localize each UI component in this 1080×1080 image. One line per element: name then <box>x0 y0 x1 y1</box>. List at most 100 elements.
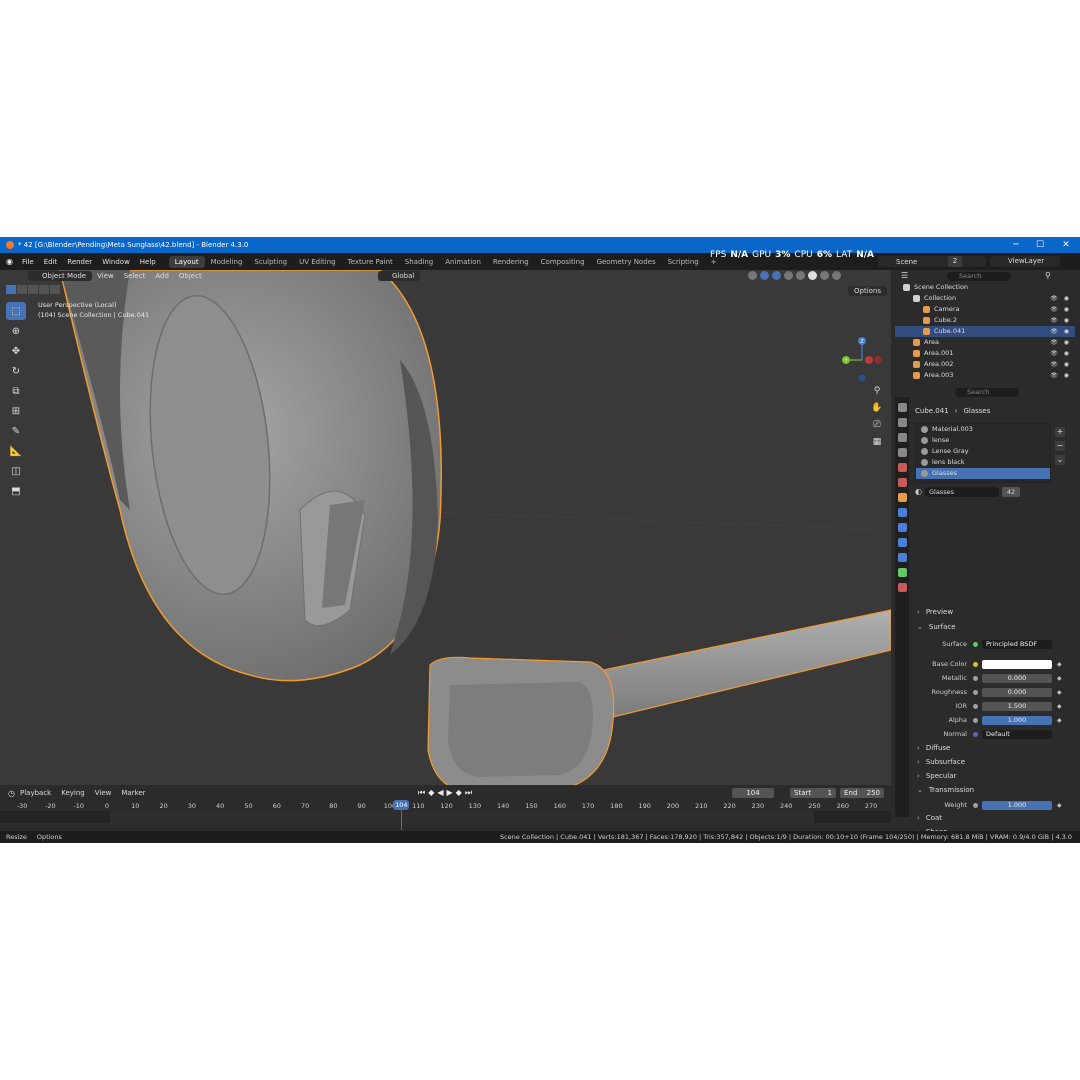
material-tab-icon[interactable] <box>897 583 907 592</box>
modifier-tab-icon[interactable] <box>897 508 907 517</box>
jump-start-icon[interactable]: ⏮ <box>418 788 425 798</box>
material-shading-icon[interactable] <box>820 271 829 280</box>
tab-rendering[interactable]: Rendering <box>487 256 535 268</box>
outliner-row[interactable]: Cube.041 👁 ◉ <box>895 326 1075 337</box>
scale-tool[interactable]: ⧉ <box>6 382 26 400</box>
xray-icon[interactable] <box>784 271 793 280</box>
menu-edit[interactable]: Edit <box>39 258 63 266</box>
keyframe-icon[interactable]: ◆ <box>1057 717 1062 724</box>
grid-toggle-icon[interactable]: ▦ <box>870 435 884 449</box>
visibility-icon[interactable] <box>748 271 757 280</box>
tab-uv-editing[interactable]: UV Editing <box>293 256 342 268</box>
move-tool[interactable]: ✥ <box>6 342 26 360</box>
output-tab-icon[interactable] <box>897 433 907 442</box>
menu-window[interactable]: Window <box>97 258 135 266</box>
viewport-menu-view[interactable]: View <box>92 272 119 280</box>
socket-icon[interactable] <box>973 689 978 695</box>
tab-modeling[interactable]: Modeling <box>205 256 249 268</box>
panel-preview[interactable]: Preview <box>917 608 953 616</box>
transmission-weight-value[interactable]: 1.000 <box>982 800 1052 810</box>
timeline-menu-marker[interactable]: Marker <box>116 789 150 797</box>
slot-menu-button[interactable]: ⌄ <box>1055 455 1065 465</box>
keyframe-icon[interactable]: ◆ <box>1057 675 1062 682</box>
select-invert-icon[interactable] <box>39 285 49 294</box>
keyframe-icon[interactable]: ◆ <box>1057 802 1062 809</box>
tab-layout[interactable]: Layout <box>168 255 205 268</box>
tab-texture-paint[interactable]: Texture Paint <box>342 256 399 268</box>
annotate-tool[interactable]: ✎ <box>6 422 26 440</box>
prev-keyframe-icon[interactable]: ◆ <box>428 788 434 798</box>
solid-shading-icon[interactable] <box>808 271 817 280</box>
outliner-row[interactable]: Camera 👁 ◉ <box>895 304 1075 315</box>
socket-icon[interactable] <box>973 661 978 667</box>
cursor-tool[interactable]: ⊕ <box>6 322 26 340</box>
field-ior-value[interactable]: 1.500 <box>982 701 1052 711</box>
measure-tool[interactable]: 📐 <box>6 442 26 460</box>
visibility-eye-icon[interactable]: 👁 ◉ <box>1050 304 1071 315</box>
panel-coat[interactable]: Coat <box>917 814 942 822</box>
material-name-field[interactable]: Glasses <box>924 486 999 497</box>
visibility-eye-icon[interactable]: 👁 ◉ <box>1050 370 1071 381</box>
socket-icon[interactable] <box>973 802 978 808</box>
jump-end-icon[interactable]: ⏭ <box>465 788 472 798</box>
maximize-button[interactable]: ☐ <box>1028 237 1052 253</box>
add-slot-button[interactable]: + <box>1055 427 1065 437</box>
outliner-row[interactable]: Collection 👁 ◉ <box>895 293 1075 304</box>
material-slot-item[interactable]: Glasses <box>916 468 1050 479</box>
play-icon[interactable]: ▶ <box>447 788 453 798</box>
timeline-ruler[interactable]: -30 -20 -10 0 10 20 30 40 50 60 70 80 90 100 110 120 130… <box>0 801 891 811</box>
glasses-temple-arm[interactable] <box>579 609 891 721</box>
rendered-shading-icon[interactable] <box>832 271 841 280</box>
scene-tab-icon[interactable] <box>897 463 907 472</box>
timeline-menu-playback[interactable]: Playback <box>15 789 56 797</box>
menu-render[interactable]: Render <box>62 258 97 266</box>
close-button[interactable]: ✕ <box>1054 237 1078 253</box>
camera-view-icon[interactable]: ⎚ <box>870 418 884 432</box>
view-layer-selector[interactable]: ViewLayer <box>990 256 1060 267</box>
material-user-count[interactable]: 42 <box>1001 486 1020 497</box>
material-slot-item[interactable]: lense <box>916 435 1050 446</box>
panel-subsurface[interactable]: Subsurface <box>917 758 965 766</box>
properties-search-input[interactable]: Search <box>955 388 1019 397</box>
outliner-row[interactable]: Area.001 👁 ◉ <box>895 348 1075 359</box>
remove-slot-button[interactable]: − <box>1055 441 1065 451</box>
blender-menu-icon[interactable]: ◉ <box>6 257 13 266</box>
field-roughness-value[interactable]: 0.000 <box>982 687 1052 697</box>
pan-hand-icon[interactable]: ✋ <box>870 401 884 415</box>
material-slot-item[interactable]: Material.003 <box>916 424 1050 435</box>
panel-surface[interactable]: Surface <box>917 623 956 631</box>
tab-sculpting[interactable]: Sculpting <box>248 256 293 268</box>
keyframe-icon[interactable]: ◆ <box>1057 689 1062 696</box>
outliner-row[interactable]: Area.002 👁 ◉ <box>895 359 1075 370</box>
tab-animation[interactable]: Animation <box>439 256 487 268</box>
particles-tab-icon[interactable] <box>897 523 907 532</box>
filter-icon[interactable]: ⚲ <box>1045 271 1051 280</box>
field-normal-value[interactable]: Default <box>982 729 1052 739</box>
keyframe-icon[interactable]: ◆ <box>1057 661 1062 668</box>
zoom-icon[interactable]: ⚲ <box>870 384 884 398</box>
play-reverse-icon[interactable]: ◀ <box>437 788 443 798</box>
scene-user-count[interactable]: 2 <box>948 256 962 267</box>
editor-type-icon[interactable]: ◷ <box>8 789 15 798</box>
tab-geometry-nodes[interactable]: Geometry Nodes <box>591 256 662 268</box>
gizmo-toggle-icon[interactable] <box>760 271 769 280</box>
3d-viewport[interactable]: Object Mode View Select Add Object Globa… <box>0 270 891 785</box>
outliner-search-input[interactable]: Search <box>947 272 1011 281</box>
menu-file[interactable]: File <box>17 258 39 266</box>
material-slot-item[interactable]: Lense Gray <box>916 446 1050 457</box>
socket-icon[interactable] <box>973 731 978 737</box>
select-box-tool[interactable]: ⬚ <box>6 302 26 320</box>
field-metallic-value[interactable]: 0.000 <box>982 673 1052 683</box>
viewport-scene[interactable] <box>0 270 891 785</box>
next-keyframe-icon[interactable]: ◆ <box>456 788 462 798</box>
mode-selector[interactable]: Object Mode <box>28 271 93 281</box>
glasses-lens[interactable] <box>448 682 593 777</box>
render-tab-icon[interactable] <box>897 418 907 427</box>
display-mode-icon[interactable]: ☰ <box>901 271 908 280</box>
outliner-row[interactable]: Area.003 👁 ◉ <box>895 370 1075 381</box>
gizmo-x-axis[interactable] <box>865 356 873 364</box>
minimize-button[interactable]: ─ <box>1004 237 1028 253</box>
socket-icon[interactable] <box>973 703 978 709</box>
visibility-eye-icon[interactable]: 👁 ◉ <box>1050 337 1071 348</box>
keyframe-icon[interactable]: ◆ <box>1057 703 1062 710</box>
